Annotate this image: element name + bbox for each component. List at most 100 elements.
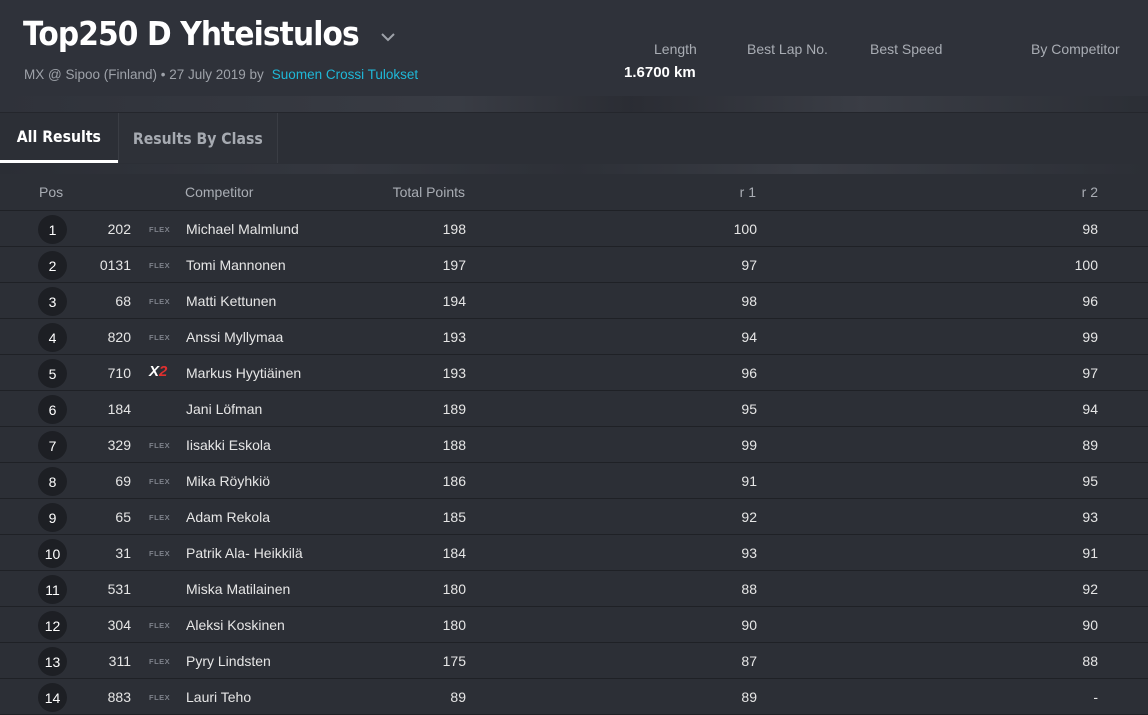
position-badge: 10 [38,539,67,568]
competitor-name[interactable]: Jani Löfman [186,401,262,417]
competitor-name[interactable]: Pyry Lindsten [186,653,271,669]
competitor-name[interactable]: Miska Matilainen [186,581,290,597]
column-pos[interactable]: Pos [39,184,63,200]
table-row[interactable]: 12 304 FLEX Aleksi Koskinen 180 90 90 [0,607,1148,643]
total-points: 89 [450,689,466,705]
position-badge: 12 [38,611,67,640]
table-body: 1 202 FLEX Michael Malmlund 198 100 98 2 0131 FLE… [0,211,1148,715]
column-competitor[interactable]: Competitor [185,184,253,200]
round-1-points: 96 [741,365,757,381]
bike-brand-badge: FLEX [149,441,171,450]
table-row[interactable]: 5 710 X2 Markus Hyytiäinen 193 96 97 [0,355,1148,391]
total-points: 193 [442,329,466,345]
best-lap-label: Best Lap No. [747,41,828,57]
x2-x: X [149,363,160,380]
table-row[interactable]: 2 0131 FLEX Tomi Mannonen 197 97 100 [0,247,1148,283]
length-label: Length [654,41,697,57]
title-row: Top250 D Yhteistulos [23,14,396,53]
round-2-points: 97 [1082,365,1098,381]
rider-number: 710 [107,365,131,381]
bike-brand-badge: FLEX [149,693,171,702]
table-row[interactable]: 8 69 FLEX Mika Röyhkiö 186 91 95 [0,463,1148,499]
rider-number: 304 [107,617,131,633]
competitor-name[interactable]: Tomi Mannonen [186,257,286,273]
competitor-name[interactable]: Adam Rekola [186,509,270,525]
best-speed-label: Best Speed [870,41,943,57]
rider-number: 311 [108,653,131,669]
rider-number: 68 [115,293,131,309]
table-row[interactable]: 1 202 FLEX Michael Malmlund 198 100 98 [0,211,1148,247]
round-2-points: 92 [1082,581,1098,597]
position-badge: 5 [38,359,67,388]
rider-number: 329 [107,437,131,453]
round-1-points: 98 [741,293,757,309]
total-points: 180 [442,617,466,633]
competitor-name[interactable]: Markus Hyytiäinen [186,365,301,381]
table-row[interactable]: 10 31 FLEX Patrik Ala- Heikkilä 184 93 91 [0,535,1148,571]
rider-number: 69 [115,473,131,489]
competitor-name[interactable]: Aleksi Koskinen [186,617,285,633]
x2-two: 2 [159,363,168,380]
table-row[interactable]: 9 65 FLEX Adam Rekola 185 92 93 [0,499,1148,535]
bike-brand-badge: FLEX [149,621,171,630]
competitor-name[interactable]: Mika Röyhkiö [186,473,270,489]
tab-all-results[interactable]: All Results [0,113,118,163]
column-total-points[interactable]: Total Points [380,184,465,200]
round-1-points: 97 [741,257,757,273]
competitor-name[interactable]: Patrik Ala- Heikkilä [186,545,303,561]
table-row[interactable]: 3 68 FLEX Matti Kettunen 194 98 96 [0,283,1148,319]
column-r2[interactable]: r 2 [1020,184,1098,200]
round-1-points: 94 [741,329,757,345]
round-2-points: 98 [1082,221,1098,237]
competitor-name[interactable]: Anssi Myllymaa [186,329,283,345]
rider-number: 31 [115,545,131,561]
round-2-points: 91 [1082,545,1098,561]
total-points: 189 [442,401,466,417]
table-row[interactable]: 7 329 FLEX Iisakki Eskola 188 99 89 [0,427,1148,463]
texture-strip [0,164,1148,174]
rider-number: 531 [107,581,131,597]
table-row[interactable]: 13 311 FLEX Pyry Lindsten 175 87 88 [0,643,1148,679]
total-points: 180 [442,581,466,597]
table-row[interactable]: 14 883 FLEX Lauri Teho 89 89 - [0,679,1148,715]
column-r1[interactable]: r 1 [680,184,756,200]
table-row[interactable]: 6 184 Jani Löfman 189 95 94 [0,391,1148,427]
total-points: 184 [442,545,466,561]
round-2-points: - [1093,689,1098,705]
header-texture [0,96,1148,112]
tab-results-by-class-label: Results By Class [133,128,263,148]
tab-results-by-class[interactable]: Results By Class [118,113,278,163]
competitor-name[interactable]: Michael Malmlund [186,221,299,237]
round-1-points: 88 [741,581,757,597]
round-1-points: 95 [741,401,757,417]
competitor-name[interactable]: Matti Kettunen [186,293,276,309]
round-1-points: 92 [741,509,757,525]
position-badge: 14 [38,683,67,712]
by-competitor-label: By Competitor [1031,41,1120,57]
round-1-points: 91 [741,473,757,489]
competitor-name[interactable]: Iisakki Eskola [186,437,271,453]
organizer-link[interactable]: Suomen Crossi Tulokset [272,67,418,82]
total-points: 193 [442,365,466,381]
bike-brand-badge: FLEX [149,657,171,666]
chevron-down-icon[interactable] [380,29,396,45]
table-row[interactable]: 11 531 Miska Matilainen 180 88 92 [0,571,1148,607]
bike-brand-badge: FLEX [149,549,171,558]
event-info: MX @ Sipoo (Finland) • 27 July 2019 by [24,67,264,82]
rider-number: 184 [107,401,131,417]
length-value: 1.6700 km [624,64,696,81]
competitor-name[interactable]: Lauri Teho [186,689,251,705]
total-points: 188 [442,437,466,453]
table-row[interactable]: 4 820 FLEX Anssi Myllymaa 193 94 99 [0,319,1148,355]
position-badge: 1 [38,215,67,244]
total-points: 175 [442,653,466,669]
position-badge: 9 [38,503,67,532]
event-subtitle: MX @ Sipoo (Finland) • 27 July 2019 by Su… [24,67,418,82]
table-header: Pos Competitor Total Points r 1 r 2 [0,174,1148,211]
event-header: Top250 D Yhteistulos MX @ Sipoo (Finland… [0,0,1148,112]
round-2-points: 95 [1082,473,1098,489]
position-badge: 2 [38,251,67,280]
results-table: Pos Competitor Total Points r 1 r 2 1 202… [0,174,1148,715]
bike-brand-badge: FLEX [149,477,171,486]
rider-number: 65 [115,509,131,525]
